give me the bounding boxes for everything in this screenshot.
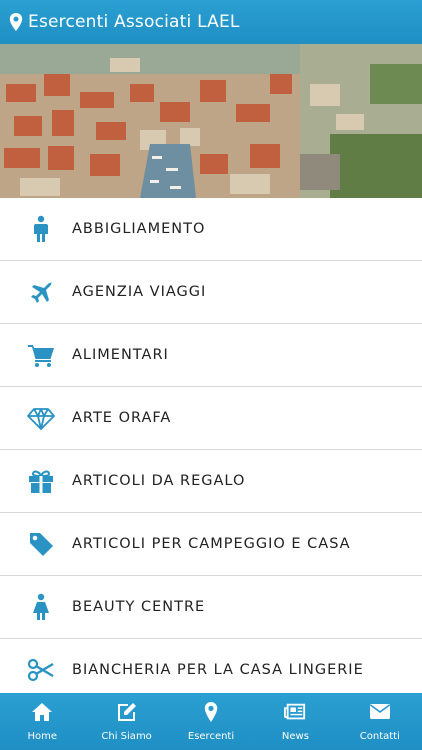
diamond-icon — [27, 404, 55, 432]
category-alimentari[interactable]: ALIMENTARI — [0, 324, 422, 387]
tab-bar: Home Chi Siamo Esercenti News Contatti — [0, 693, 422, 750]
category-beauty-centre[interactable]: BEAUTY CENTRE — [0, 576, 422, 639]
tab-contatti[interactable]: Contatti — [338, 693, 422, 750]
tab-label: Chi Siamo — [101, 731, 152, 742]
category-list: ABBIGLIAMENTO AGENZIA VIAGGI ALIMENTARI … — [0, 198, 422, 702]
scissors-icon — [27, 656, 55, 684]
map-marker-icon — [200, 702, 222, 722]
woman-icon — [27, 593, 55, 621]
map-marker-icon — [9, 13, 23, 31]
tab-chi-siamo[interactable]: Chi Siamo — [84, 693, 168, 750]
category-articoli-da-regalo[interactable]: ARTICOLI DA REGALO — [0, 450, 422, 513]
category-arte-orafa[interactable]: ARTE ORAFA — [0, 387, 422, 450]
category-agenzia-viaggi[interactable]: AGENZIA VIAGGI — [0, 261, 422, 324]
tab-news[interactable]: News — [253, 693, 337, 750]
newspaper-icon — [284, 702, 306, 722]
tab-esercenti[interactable]: Esercenti — [169, 693, 253, 750]
tab-label: Home — [27, 731, 57, 742]
category-label: BEAUTY CENTRE — [72, 599, 206, 615]
tab-label: News — [281, 731, 309, 742]
envelope-icon — [369, 702, 391, 722]
gift-icon — [27, 467, 55, 495]
tag-icon — [27, 530, 55, 558]
category-label: AGENZIA VIAGGI — [72, 284, 207, 300]
category-label: ARTICOLI DA REGALO — [72, 473, 246, 489]
category-label: ALIMENTARI — [72, 347, 169, 363]
edit-icon — [116, 702, 138, 722]
airplane-icon — [27, 278, 55, 306]
category-articoli-per-campeggio-e-casa[interactable]: ARTICOLI PER CAMPEGGIO E CASA — [0, 513, 422, 576]
app-header: Esercenti Associati LAEL — [0, 0, 422, 44]
person-icon — [27, 215, 55, 243]
page-title: Esercenti Associati LAEL — [28, 12, 240, 32]
tab-home[interactable]: Home — [0, 693, 84, 750]
category-label: ARTICOLI PER CAMPEGGIO E CASA — [72, 536, 351, 552]
hero-image — [0, 44, 422, 198]
shopping-cart-icon — [27, 341, 55, 369]
home-icon — [31, 702, 53, 722]
tab-label: Esercenti — [187, 731, 235, 742]
category-label: ARTE ORAFA — [72, 410, 172, 426]
tab-label: Contatti — [359, 731, 400, 742]
category-abbigliamento[interactable]: ABBIGLIAMENTO — [0, 198, 422, 261]
category-label: BIANCHERIA PER LA CASA LINGERIE — [72, 662, 364, 678]
category-label: ABBIGLIAMENTO — [72, 221, 206, 237]
